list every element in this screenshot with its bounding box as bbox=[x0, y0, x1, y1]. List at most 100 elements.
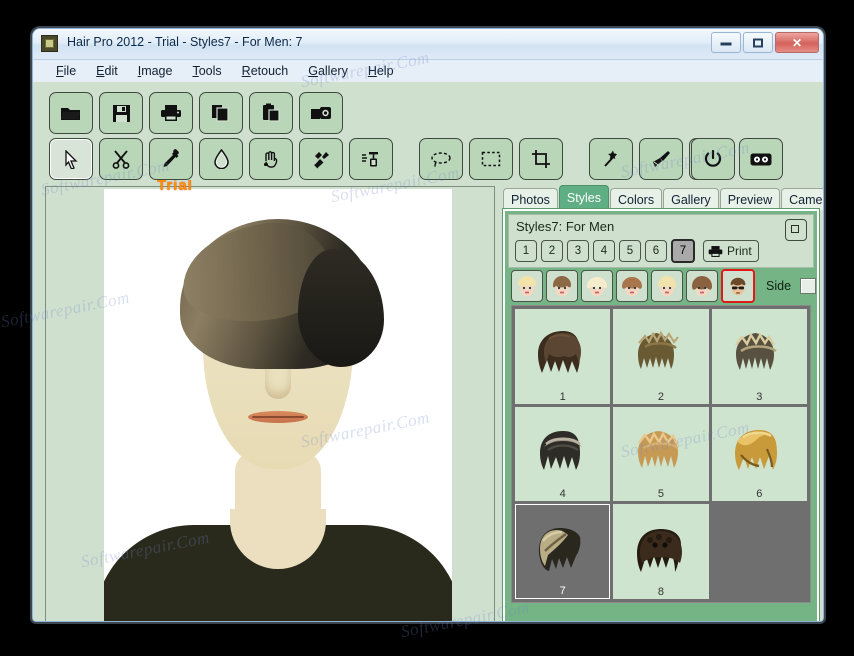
hairstyle-cell-4[interactable]: 4 bbox=[515, 406, 611, 502]
face-thumb-5[interactable] bbox=[651, 270, 683, 302]
printer-icon bbox=[708, 245, 723, 257]
print-label: Print bbox=[727, 244, 752, 258]
portrait-photo[interactable] bbox=[104, 189, 452, 621]
print-button[interactable]: Print bbox=[703, 240, 759, 262]
spray-icon[interactable] bbox=[349, 138, 393, 180]
minimize-button[interactable] bbox=[711, 32, 741, 53]
menu-item-gallery[interactable]: Gallery bbox=[299, 62, 357, 80]
menu-item-edit[interactable]: Edit bbox=[87, 62, 127, 80]
hairstyle-cell-3[interactable]: 3 bbox=[711, 309, 807, 404]
face-category-row: Side bbox=[511, 269, 817, 303]
hairstyle-number-1: 1 bbox=[559, 390, 566, 403]
tab-photos[interactable]: Photos bbox=[503, 188, 558, 210]
cursor-arrow-icon[interactable] bbox=[49, 138, 93, 180]
screenshot-root: Hair Pro 2012 - Trial - Styles7 - For Me… bbox=[0, 0, 854, 656]
app-window: Hair Pro 2012 - Trial - Styles7 - For Me… bbox=[32, 28, 824, 622]
crop-icon[interactable] bbox=[519, 138, 563, 180]
save-disk-icon[interactable] bbox=[99, 92, 143, 134]
maximize-button[interactable] bbox=[743, 32, 773, 53]
scissors-icon[interactable] bbox=[99, 138, 143, 180]
hairstyle-number-8: 8 bbox=[657, 585, 665, 598]
close-button[interactable]: ✕ bbox=[775, 32, 819, 53]
style-number-7[interactable]: 7 bbox=[671, 239, 695, 263]
title-bar: Hair Pro 2012 - Trial - Styles7 - For Me… bbox=[33, 29, 823, 60]
menu-item-retouch[interactable]: Retouch bbox=[233, 62, 298, 80]
maximize-panel-icon[interactable] bbox=[785, 219, 807, 241]
side-checkbox[interactable] bbox=[800, 278, 817, 294]
style-number-4[interactable]: 4 bbox=[593, 240, 615, 262]
hairstyle-cell-6[interactable]: 6 bbox=[711, 406, 807, 502]
tab-gallery[interactable]: Gallery bbox=[663, 188, 719, 210]
magic-wand-icon[interactable] bbox=[589, 138, 633, 180]
menu-item-tools[interactable]: Tools bbox=[183, 62, 230, 80]
face-thumb-3[interactable] bbox=[581, 270, 613, 302]
style-set-label: Styles7: For Men bbox=[516, 219, 615, 234]
hairstyle-number-4: 4 bbox=[559, 488, 566, 501]
paste-icon[interactable] bbox=[249, 92, 293, 134]
menu-item-file[interactable]: File bbox=[47, 62, 85, 80]
hairstyle-number-5: 5 bbox=[657, 488, 665, 501]
toolbar-row-tools bbox=[49, 138, 783, 180]
menu-label-image: mage bbox=[141, 64, 173, 78]
marquee-icon[interactable] bbox=[469, 138, 513, 180]
app-icon bbox=[41, 35, 58, 52]
eyedropper-icon[interactable] bbox=[149, 138, 193, 180]
style-number-5[interactable]: 5 bbox=[619, 240, 641, 262]
hairstyle-cell-2[interactable]: 2 bbox=[613, 309, 709, 404]
face-thumb-1[interactable] bbox=[511, 270, 543, 302]
menu-item-help[interactable]: Help bbox=[359, 62, 403, 80]
hairstyle-cell-5[interactable]: 5 bbox=[613, 406, 709, 502]
tab-camera[interactable]: Camera bbox=[781, 188, 823, 210]
hairstyle-number-2: 2 bbox=[657, 390, 665, 403]
styles-panel: Photos Styles Colors Gallery Preview Cam… bbox=[503, 185, 823, 621]
lasso-icon[interactable] bbox=[419, 138, 463, 180]
close-icon: ✕ bbox=[791, 35, 803, 50]
side-label: Side bbox=[766, 279, 792, 293]
style-number-buttons: 1 2 3 4 5 6 7 Print bbox=[515, 239, 759, 263]
hairstyle-grid: 1 2 3 4 5 6 7 8 bbox=[511, 305, 811, 603]
caption-buttons: ✕ bbox=[711, 32, 819, 53]
face-thumb-4[interactable] bbox=[616, 270, 648, 302]
print-icon[interactable] bbox=[149, 92, 193, 134]
tab-preview[interactable]: Preview bbox=[719, 188, 781, 210]
hairstyle-cell-1[interactable]: 1 bbox=[515, 309, 611, 404]
panel-header: Styles7: For Men 1 2 3 4 5 6 7 Print bbox=[508, 214, 814, 268]
menu-label-file: ile bbox=[63, 64, 77, 78]
face-thumb-2[interactable] bbox=[546, 270, 578, 302]
face-thumb-7-men[interactable] bbox=[721, 269, 755, 303]
style-number-1[interactable]: 1 bbox=[515, 240, 537, 262]
menu-label-retouch: etouch bbox=[250, 64, 289, 78]
menu-item-image[interactable]: Image bbox=[129, 62, 182, 80]
client-area: Trial Photos Styles Colors Gallery Previ… bbox=[33, 82, 823, 621]
camera-icon[interactable] bbox=[299, 92, 343, 134]
tab-styles[interactable]: Styles bbox=[558, 185, 609, 210]
hairstyle-cell-empty bbox=[712, 504, 807, 599]
window-title: Hair Pro 2012 - Trial - Styles7 - For Me… bbox=[67, 35, 303, 49]
water-drop-icon[interactable] bbox=[199, 138, 243, 180]
image-canvas[interactable] bbox=[45, 186, 495, 621]
open-folder-icon[interactable] bbox=[49, 92, 93, 134]
hairstyle-number-3: 3 bbox=[756, 390, 763, 403]
power-icon[interactable] bbox=[691, 138, 735, 180]
panel-tabs: Photos Styles Colors Gallery Preview Cam… bbox=[503, 185, 823, 210]
style-number-6[interactable]: 6 bbox=[645, 240, 667, 262]
menu-bar: File Edit Image Tools Retouch Gallery He… bbox=[33, 60, 823, 83]
tab-colors[interactable]: Colors bbox=[609, 188, 663, 210]
menu-label-gallery: allery bbox=[317, 64, 348, 78]
hairstyle-cell-8[interactable]: 8 bbox=[613, 504, 709, 599]
hand-icon[interactable] bbox=[249, 138, 293, 180]
style-number-3[interactable]: 3 bbox=[567, 240, 589, 262]
copy-icon[interactable] bbox=[199, 92, 243, 134]
cassette-icon[interactable] bbox=[739, 138, 783, 180]
hairstyle-number-6: 6 bbox=[756, 488, 763, 501]
toolbar-row-file bbox=[49, 92, 343, 134]
style-number-2[interactable]: 2 bbox=[541, 240, 563, 262]
brushes-icon[interactable] bbox=[299, 138, 343, 180]
face-thumb-6[interactable] bbox=[686, 270, 718, 302]
menu-label-edit: dit bbox=[104, 64, 118, 78]
hairstyle-number-7: 7 bbox=[559, 584, 566, 597]
panel-body: Styles7: For Men 1 2 3 4 5 6 7 Print Sid… bbox=[503, 209, 819, 621]
trial-banner: Trial bbox=[157, 180, 193, 192]
hairstyle-cell-7[interactable]: 7 bbox=[515, 504, 611, 599]
broom-icon[interactable] bbox=[639, 138, 683, 180]
